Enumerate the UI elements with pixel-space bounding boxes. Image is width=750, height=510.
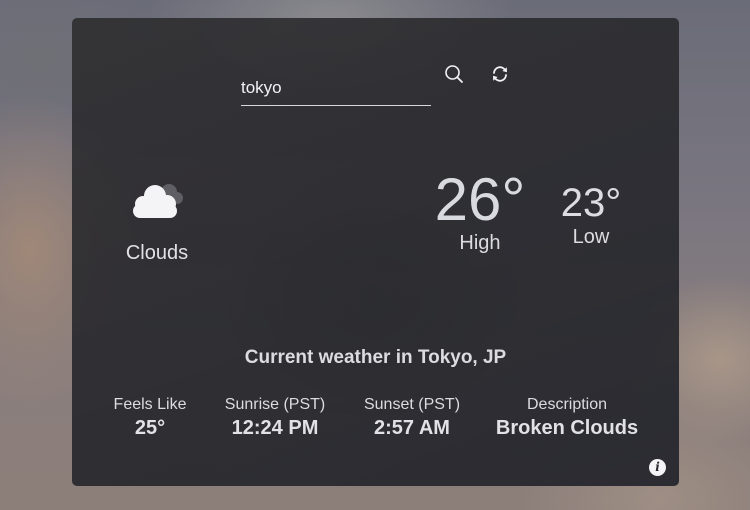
search-bar [241, 70, 431, 106]
low-temperature: 23° Low [550, 180, 632, 249]
high-temp-label: High [459, 232, 501, 254]
cloud-icon [133, 184, 183, 218]
search-button[interactable] [442, 62, 466, 86]
stat-label: Description [526, 396, 608, 413]
info-icon[interactable]: i [649, 459, 666, 476]
high-temperature: 26° High [424, 168, 536, 255]
high-temp-value: 26° [434, 166, 526, 233]
stat-value: 12:24 PM [231, 417, 319, 439]
condition-label: Clouds [125, 242, 189, 264]
low-temp-label: Low [572, 226, 610, 248]
stat-label: Feels Like [113, 396, 187, 413]
stat-value: 2:57 AM [374, 417, 450, 439]
search-icon [445, 65, 463, 83]
location-title: Current weather in Tokyo, JP [244, 347, 507, 368]
stat-description: Description Broken Clouds [496, 396, 638, 440]
stat-label: Sunrise (PST) [224, 396, 326, 413]
stat-feels-like: Feels Like 25° [114, 396, 187, 440]
city-search-input[interactable] [241, 70, 431, 106]
stat-value: Broken Clouds [495, 417, 639, 439]
refresh-button[interactable] [488, 62, 512, 86]
refresh-icon [493, 66, 507, 82]
stat-sunrise: Sunrise (PST) 12:24 PM [225, 396, 325, 440]
current-condition: Clouds [112, 178, 202, 265]
stat-label: Sunset (PST) [363, 396, 461, 413]
weather-card: Clouds 26° High 23° Low Current weather … [72, 18, 679, 486]
low-temp-value: 23° [560, 181, 622, 225]
stat-sunset: Sunset (PST) 2:57 AM [364, 396, 460, 440]
stat-value: 25° [134, 417, 166, 439]
